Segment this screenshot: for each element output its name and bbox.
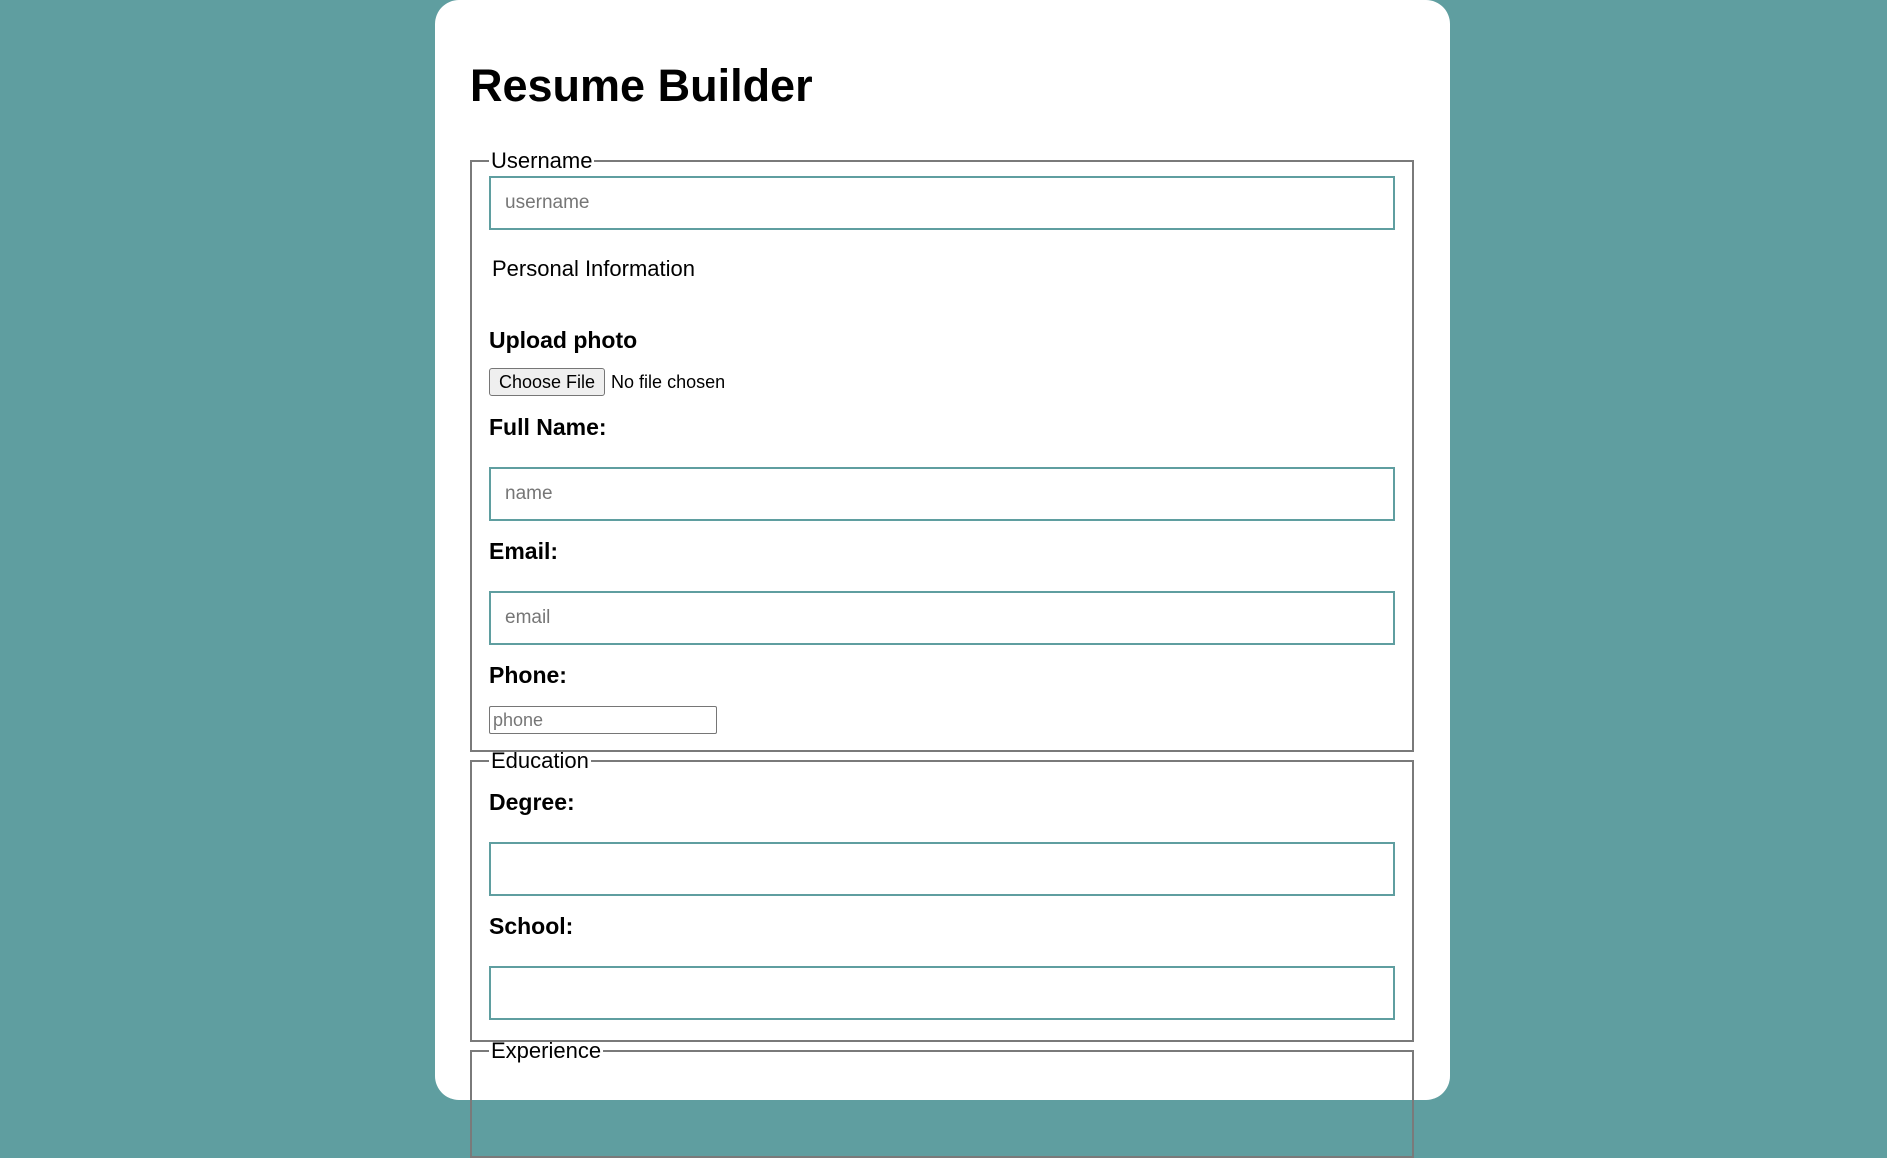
file-upload-control: Choose File No file chosen [489,367,1395,397]
degree-input[interactable] [489,842,1395,896]
experience-legend: Experience [491,1038,602,1063]
phone-label: Phone: [489,662,567,688]
username-legend: Username [491,148,593,173]
page-title: Resume Builder [470,60,813,111]
experience-fieldset: Experience [470,1038,1414,1158]
file-status-text: No file chosen [611,371,726,392]
school-label: School: [489,913,574,939]
personal-information-heading: Personal Information [492,256,695,281]
school-input[interactable] [489,966,1395,1020]
degree-label: Degree: [489,789,575,815]
email-input[interactable] [489,591,1395,645]
full-name-input[interactable] [489,467,1395,521]
phone-input[interactable] [489,706,717,734]
resume-card: Resume Builder Username Personal Informa… [435,0,1450,1158]
education-fieldset: Education Degree: School: [470,748,1414,1042]
username-fieldset: Username Personal Information Upload pho… [470,148,1414,752]
education-legend: Education [491,748,589,773]
choose-file-button[interactable]: Choose File [489,368,606,396]
full-name-label: Full Name: [489,414,607,440]
upload-photo-label: Upload photo [489,327,638,353]
username-input[interactable] [489,176,1395,230]
email-label: Email: [489,538,559,564]
